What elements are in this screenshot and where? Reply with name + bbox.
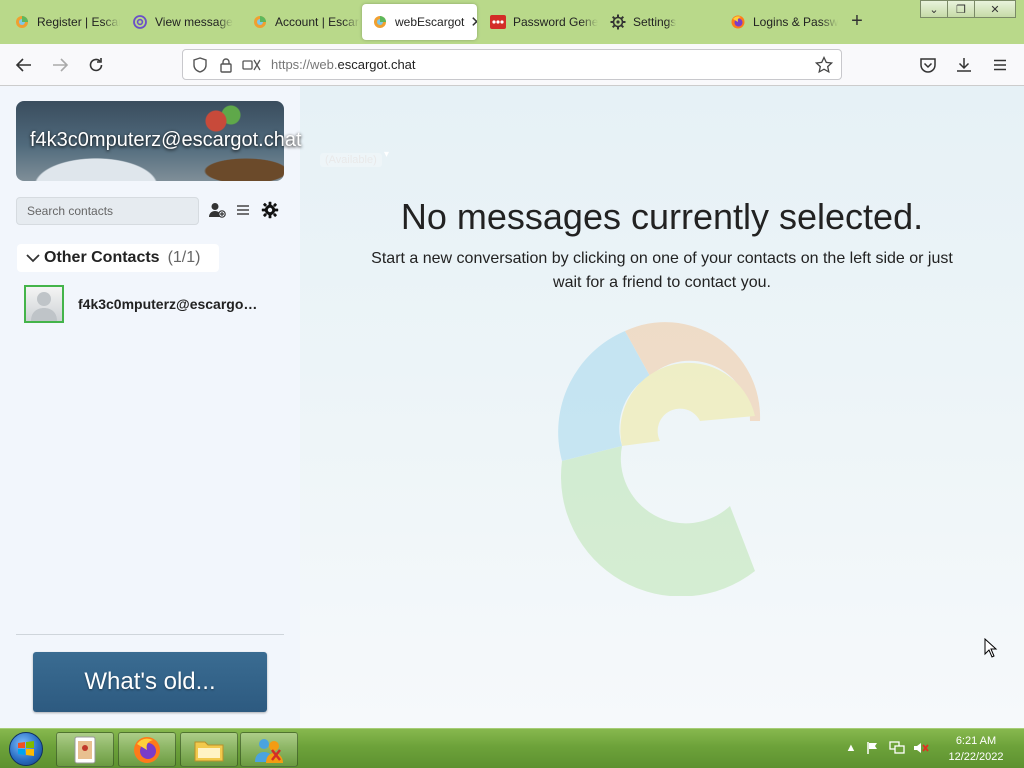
start-button[interactable] bbox=[6, 731, 46, 767]
action-center-flag-icon[interactable] bbox=[865, 740, 881, 756]
empty-state-subtext: Start a new conversation by clicking on … bbox=[371, 250, 953, 291]
sort-list-button[interactable] bbox=[233, 200, 253, 220]
tab-label: Password Generator bbox=[513, 15, 598, 29]
escargot-logo-watermark bbox=[558, 322, 761, 596]
folder-icon bbox=[194, 741, 224, 761]
escargot-icon bbox=[14, 14, 30, 30]
contact-list-item[interactable]: f4k3c0mputerz@escargot.chat bbox=[24, 284, 284, 324]
chevron-down-icon bbox=[25, 250, 41, 266]
pocket-icon bbox=[920, 58, 936, 73]
back-button[interactable] bbox=[13, 54, 35, 76]
presence-status[interactable]: (Available) bbox=[320, 153, 382, 167]
avatar bbox=[24, 285, 64, 323]
search-contacts-input[interactable] bbox=[16, 197, 199, 225]
new-tab-button[interactable]: + bbox=[846, 10, 868, 32]
tab-view-message[interactable]: View message bbox=[122, 4, 240, 40]
windows-logo-icon bbox=[9, 732, 43, 766]
profile-email: f4k3c0mputerz@escargot.chat bbox=[30, 129, 302, 151]
webescargot-page: f4k3c0mputerz@escargot.chat (Available) … bbox=[0, 86, 1024, 728]
profile-banner[interactable]: f4k3c0mputerz@escargot.chat (Available) … bbox=[16, 101, 389, 181]
group-name: Other Contacts bbox=[44, 249, 160, 266]
add-user-icon bbox=[209, 203, 226, 218]
taskbar-file-explorer[interactable] bbox=[180, 732, 238, 767]
arrow-left-icon bbox=[15, 58, 31, 72]
navigation-toolbar: https://web.escargot.chat bbox=[0, 44, 1024, 86]
pocket-button[interactable] bbox=[917, 54, 939, 76]
default-user-icon bbox=[31, 292, 57, 321]
tab-label: Register | Escargot bbox=[37, 15, 120, 29]
tab-label: webEscargot bbox=[395, 15, 465, 29]
forward-button[interactable] bbox=[49, 54, 71, 76]
lastpass-icon bbox=[490, 14, 506, 30]
lock-icon[interactable] bbox=[213, 52, 239, 78]
window-controls: ⌄ ❐ ✕ bbox=[920, 0, 1016, 18]
firefox-icon bbox=[134, 736, 160, 763]
sidebar-divider bbox=[16, 634, 284, 635]
browser-tab-strip: Register | Escargot View message Account… bbox=[0, 0, 1024, 44]
bookmark-star-icon[interactable] bbox=[811, 52, 837, 78]
arrow-right-icon bbox=[53, 58, 69, 72]
clock-date: 12/22/2022 bbox=[948, 751, 1004, 763]
reload-button[interactable] bbox=[85, 54, 107, 76]
minimize-button[interactable]: ⌄ bbox=[920, 0, 948, 18]
tab-password-generator[interactable]: Password Generator bbox=[480, 4, 598, 40]
tab-logins-passwords[interactable]: Logins & Passwords bbox=[720, 4, 838, 40]
downloads-button[interactable] bbox=[953, 54, 975, 76]
permissions-icon[interactable] bbox=[239, 52, 265, 78]
settings-button[interactable] bbox=[260, 200, 280, 220]
tab-label: View message bbox=[155, 15, 233, 29]
playing-card-icon bbox=[74, 736, 96, 763]
at-sign-icon bbox=[132, 14, 148, 30]
address-bar[interactable]: https://web.escargot.chat bbox=[182, 49, 842, 80]
reload-icon bbox=[89, 58, 103, 72]
tab-account-escargot[interactable]: Account | Escargot bbox=[242, 4, 360, 40]
tab-register-escargot[interactable]: Register | Escargot bbox=[4, 4, 120, 40]
tab-label: Logins & Passwords bbox=[753, 15, 838, 29]
shield-icon[interactable] bbox=[187, 52, 213, 78]
app-menu-button[interactable] bbox=[989, 54, 1011, 76]
hamburger-menu-icon bbox=[994, 59, 1006, 71]
gear-icon bbox=[261, 201, 279, 219]
mouse-cursor bbox=[984, 638, 998, 658]
escargot-icon bbox=[252, 14, 268, 30]
windows-taskbar: ▲ 6:21 AM 12/22/2022 bbox=[0, 728, 1024, 768]
close-tab-icon[interactable]: ✕ bbox=[470, 13, 477, 31]
firefox-icon bbox=[730, 14, 746, 30]
empty-state-heading: No messages currently selected. bbox=[400, 196, 924, 237]
volume-muted-icon[interactable] bbox=[913, 740, 929, 756]
close-window-button[interactable]: ✕ bbox=[974, 0, 1016, 18]
group-count: (1/1) bbox=[167, 249, 201, 266]
contact-group-header[interactable]: Other Contacts (1/1) bbox=[17, 244, 219, 272]
taskbar-firefox[interactable] bbox=[118, 732, 176, 767]
tab-label: Account | Escargot bbox=[275, 15, 360, 29]
clock-time: 6:21 AM bbox=[955, 735, 997, 747]
taskbar-network-users[interactable] bbox=[240, 732, 298, 767]
taskbar-solitaire[interactable] bbox=[56, 732, 114, 767]
gear-icon bbox=[610, 14, 626, 30]
url-text: https://web.escargot.chat bbox=[271, 57, 416, 72]
add-contact-button[interactable] bbox=[207, 200, 227, 220]
restore-button[interactable]: ❐ bbox=[947, 0, 975, 18]
status-dropdown-icon[interactable]: ▾ bbox=[384, 149, 389, 160]
tab-label: Settings bbox=[633, 15, 677, 29]
escargot-icon bbox=[372, 14, 388, 30]
list-icon bbox=[237, 205, 249, 215]
download-icon bbox=[957, 58, 971, 72]
whats-old-button[interactable]: What's old... bbox=[33, 652, 267, 712]
contact-name: f4k3c0mputerz@escargot.chat bbox=[78, 296, 258, 312]
tab-settings[interactable]: Settings bbox=[600, 4, 718, 40]
system-clock[interactable]: 6:21 AM 12/22/2022 bbox=[940, 733, 1012, 765]
network-icon[interactable] bbox=[889, 740, 905, 756]
show-hidden-icons-button[interactable]: ▲ bbox=[843, 740, 859, 756]
tab-webescargot[interactable]: webEscargot ✕ bbox=[362, 4, 477, 40]
users-network-icon bbox=[255, 738, 283, 763]
contacts-sidebar: f4k3c0mputerz@escargot.chat (Available) … bbox=[0, 86, 389, 728]
